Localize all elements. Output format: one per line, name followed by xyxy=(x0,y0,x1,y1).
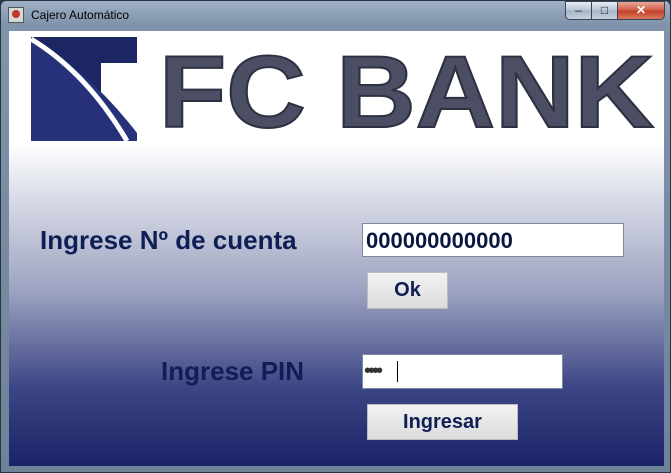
window-title: Cajero Automático xyxy=(31,8,130,22)
logo-text: FC BANK xyxy=(159,35,654,149)
pin-label: Ingrese PIN xyxy=(161,356,305,386)
ok-button[interactable]: Ok xyxy=(367,272,448,309)
app-icon[interactable] xyxy=(8,7,24,23)
account-number-input[interactable]: 000000000000 xyxy=(362,223,624,257)
account-label: Ingrese Nº de cuenta xyxy=(40,225,297,255)
maximize-button[interactable]: □ xyxy=(591,1,618,20)
pin-masked-value: •••• xyxy=(364,360,383,382)
close-icon: ✕ xyxy=(635,3,647,17)
bank-logo: FC BANK xyxy=(29,34,655,150)
text-cursor xyxy=(397,361,398,382)
minimize-icon: – xyxy=(575,3,582,17)
maximize-icon: □ xyxy=(600,3,609,17)
atm-window: Cajero Automático – □ ✕ FC BANK Ingrese … xyxy=(0,0,671,473)
close-button[interactable]: ✕ xyxy=(617,1,665,20)
pin-input[interactable]: •••• xyxy=(362,354,563,389)
account-number-value: 000000000000 xyxy=(366,228,513,253)
ingresar-button[interactable]: Ingresar xyxy=(367,404,518,440)
title-bar[interactable]: Cajero Automático – □ ✕ xyxy=(1,1,670,31)
main-panel: FC BANK Ingrese Nº de cuenta 00000000000… xyxy=(9,31,664,466)
logo-mark xyxy=(29,36,137,143)
minimize-button[interactable]: – xyxy=(565,1,592,20)
